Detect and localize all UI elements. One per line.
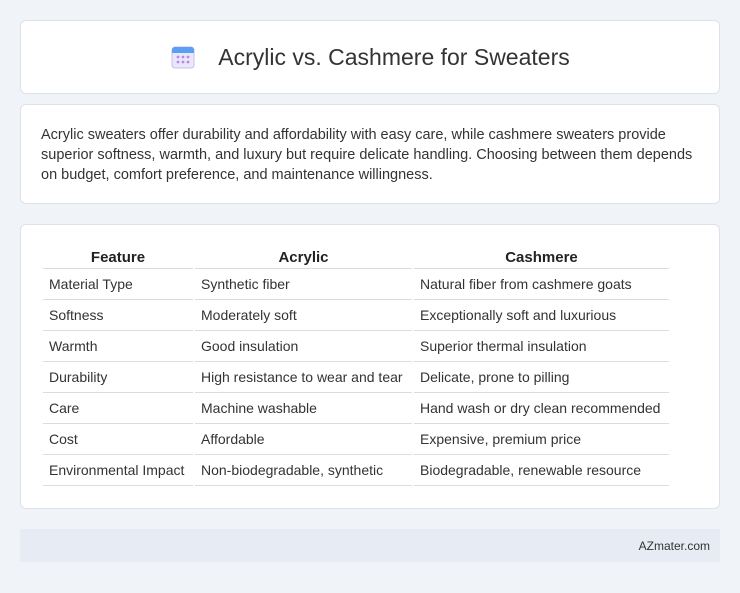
footer-brand[interactable]: AZmater.com [639, 539, 710, 553]
cashmere-cell: Biodegradable, renewable resource [414, 455, 669, 486]
cashmere-cell: Delicate, prone to pilling [414, 362, 669, 393]
page-title: Acrylic vs. Cashmere for Sweaters [218, 43, 570, 70]
table-row: Warmth Good insulation Superior thermal … [43, 331, 669, 362]
acrylic-cell: Affordable [195, 424, 412, 455]
calendar-icon [171, 46, 195, 69]
feature-cell: Material Type [43, 269, 193, 300]
cashmere-cell: Hand wash or dry clean recommended [414, 393, 669, 424]
comparison-table: Feature Acrylic Cashmere Material Type S… [41, 247, 671, 486]
table-row: Material Type Synthetic fiber Natural fi… [43, 269, 669, 300]
header-feature: Feature [43, 247, 193, 269]
acrylic-cell: Machine washable [195, 393, 412, 424]
cashmere-cell: Exceptionally soft and luxurious [414, 300, 669, 331]
table-row: Environmental Impact Non-biodegradable, … [43, 455, 669, 486]
feature-cell: Cost [43, 424, 193, 455]
description-card: Acrylic sweaters offer durability and af… [20, 104, 720, 204]
acrylic-cell: High resistance to wear and tear [195, 362, 412, 393]
feature-cell: Durability [43, 362, 193, 393]
acrylic-cell: Good insulation [195, 331, 412, 362]
footer: AZmater.com [20, 529, 720, 562]
feature-cell: Warmth [43, 331, 193, 362]
description-text: Acrylic sweaters offer durability and af… [41, 127, 693, 183]
acrylic-cell: Moderately soft [195, 300, 412, 331]
feature-cell: Environmental Impact [43, 455, 193, 486]
header-cashmere: Cashmere [414, 247, 669, 269]
feature-cell: Softness [43, 300, 193, 331]
cashmere-cell: Natural fiber from cashmere goats [414, 269, 669, 300]
acrylic-cell: Non-biodegradable, synthetic [195, 455, 412, 486]
comparison-table-card: Feature Acrylic Cashmere Material Type S… [20, 224, 720, 509]
header-acrylic: Acrylic [195, 247, 412, 269]
acrylic-cell: Synthetic fiber [195, 269, 412, 300]
table-row: Softness Moderately soft Exceptionally s… [43, 300, 669, 331]
cashmere-cell: Expensive, premium price [414, 424, 669, 455]
cashmere-cell: Superior thermal insulation [414, 331, 669, 362]
title-card: Acrylic vs. Cashmere for Sweaters [20, 20, 720, 94]
table-row: Durability High resistance to wear and t… [43, 362, 669, 393]
table-row: Cost Affordable Expensive, premium price [43, 424, 669, 455]
feature-cell: Care [43, 393, 193, 424]
table-row: Care Machine washable Hand wash or dry c… [43, 393, 669, 424]
table-header-row: Feature Acrylic Cashmere [43, 247, 669, 269]
